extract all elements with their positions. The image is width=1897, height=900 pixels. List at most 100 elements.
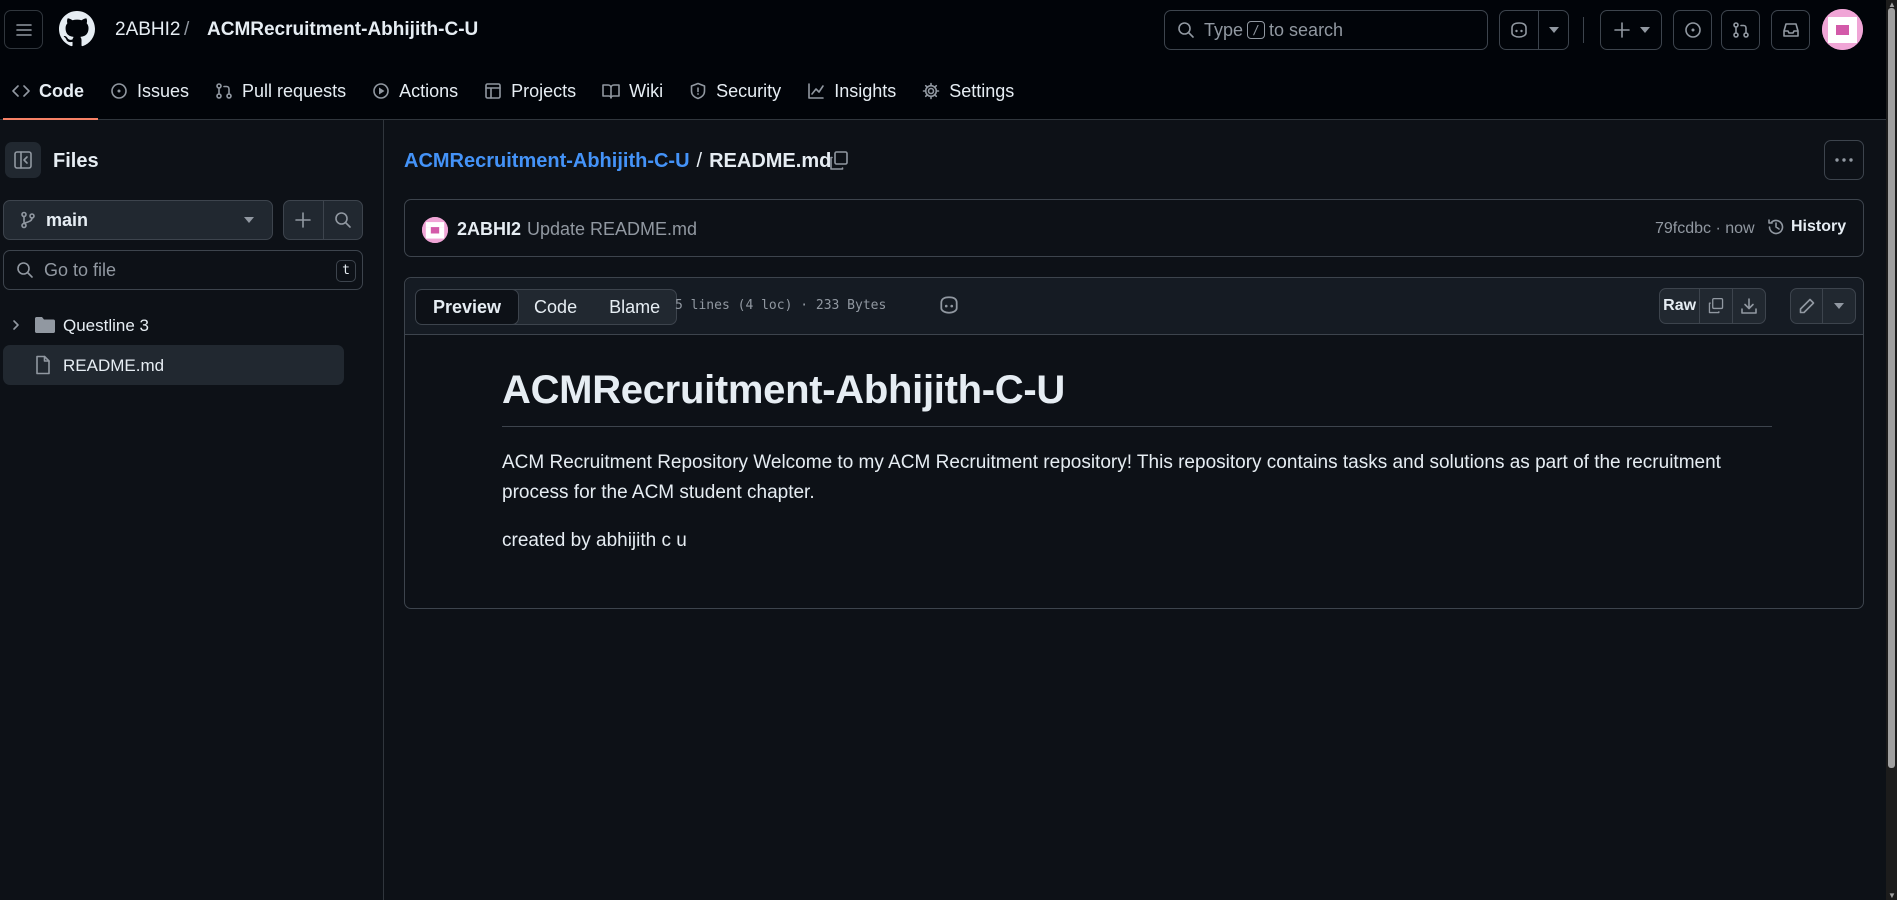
go-to-file-input[interactable]: Go to file t — [3, 250, 363, 290]
tab-label: Insights — [834, 80, 897, 101]
search-icon — [17, 262, 33, 278]
path-repo-link[interactable]: ACMRecruitment-Abhijith-C-U — [404, 150, 690, 173]
copilot-button[interactable] — [1500, 11, 1538, 49]
commit-sha-time[interactable]: 79fcdbc · now — [1655, 220, 1755, 238]
menu-button[interactable] — [4, 10, 43, 49]
hamburger-icon — [15, 23, 32, 36]
readme-paragraph: created by abhijith c u — [502, 530, 687, 551]
tab-pull-requests[interactable]: Pull requests — [203, 70, 360, 112]
triangle-down-icon — [1548, 27, 1559, 33]
identicon-icon — [1822, 9, 1863, 50]
add-file-button[interactable] — [284, 201, 323, 239]
tab-label: Pull requests — [242, 80, 347, 101]
tree-item-folder[interactable]: Questline 3 — [3, 305, 344, 345]
branch-name: main — [46, 209, 89, 230]
readme-heading: ACMRecruitment-Abhijith-C-U — [502, 368, 1772, 427]
tab-blame[interactable]: Blame — [593, 290, 676, 324]
search-input[interactable]: Type / to search — [1164, 10, 1488, 50]
header-divider — [1583, 17, 1584, 43]
tab-code[interactable]: Code — [0, 70, 98, 120]
plus-icon — [295, 212, 312, 228]
more-options-button[interactable] — [1824, 140, 1864, 180]
repo-nav: Code Issues Pull requests Actions Projec… — [0, 70, 1028, 120]
tab-settings[interactable]: Settings — [910, 70, 1028, 112]
tree-item-file[interactable]: README.md — [3, 345, 344, 385]
search-icon — [334, 212, 351, 228]
folder-icon — [35, 317, 55, 333]
triangle-down-icon — [1639, 27, 1650, 33]
inbox-icon — [1782, 23, 1799, 37]
tab-insights[interactable]: Insights — [795, 70, 910, 112]
gear-icon — [922, 82, 940, 100]
tab-wiki[interactable]: Wiki — [590, 70, 677, 112]
pencil-icon — [1799, 298, 1814, 314]
branch-selector[interactable]: main — [3, 200, 273, 240]
identicon-icon — [422, 217, 448, 243]
readme-content: ACMRecruitment-Abhijith-C-U ACM Recruitm… — [502, 368, 1772, 556]
copilot-icon — [940, 296, 958, 314]
raw-button[interactable]: Raw — [1660, 289, 1701, 323]
user-avatar[interactable] — [1822, 9, 1863, 50]
download-icon — [1741, 298, 1757, 314]
commit-author[interactable]: 2ABHI2 — [457, 219, 521, 240]
latest-commit-bar: 2ABHI2 Update README.md 79fcdbc · now Hi… — [404, 199, 1864, 257]
sidebar-title: Files — [53, 150, 99, 172]
repo-link[interactable]: ACMRecruitment-Abhijith-C-U — [207, 19, 478, 41]
book-icon — [602, 84, 620, 99]
breadcrumb-separator: / — [184, 19, 190, 40]
file-viewer: Preview Code Blame 5 lines (4 loc) · 233… — [404, 277, 1864, 609]
tab-actions[interactable]: Actions — [360, 70, 472, 112]
copy-path-button[interactable] — [828, 150, 850, 172]
file-path-breadcrumb: ACMRecruitment-Abhijith-C-U / README.md — [404, 150, 831, 173]
go-to-file-placeholder: Go to file — [44, 259, 117, 280]
search-icon — [1178, 22, 1194, 38]
history-button[interactable]: History — [1767, 218, 1846, 236]
file-header: Preview Code Blame 5 lines (4 loc) · 233… — [405, 278, 1863, 335]
search-suffix: to search — [1269, 19, 1344, 40]
path-separator: / — [696, 150, 703, 172]
path-file-name: README.md — [709, 150, 832, 172]
copilot-icon — [1510, 22, 1527, 38]
copilot-dropdown-button[interactable] — [1539, 11, 1569, 49]
download-button[interactable] — [1733, 289, 1765, 323]
readme-paragraph: ACM Recruitment Repository Welcome to my… — [502, 452, 1721, 503]
tab-issues[interactable]: Issues — [98, 70, 203, 112]
sidebar-actions — [283, 200, 363, 240]
tab-security[interactable]: Security — [677, 70, 795, 112]
kebab-horizontal-icon — [1835, 158, 1853, 162]
history-icon — [1768, 219, 1784, 235]
search-shortcut-key: / — [1247, 21, 1266, 39]
tab-code-view[interactable]: Code — [518, 290, 593, 324]
ask-copilot-button[interactable] — [938, 295, 960, 315]
tab-label: Actions — [399, 80, 459, 101]
file-icon — [36, 355, 50, 375]
commit-author-avatar[interactable] — [422, 217, 448, 243]
search-files-button[interactable] — [323, 201, 362, 239]
sidebar-collapse-icon — [14, 151, 32, 169]
tab-projects[interactable]: Projects — [472, 70, 590, 112]
edit-dropdown-button[interactable] — [1823, 289, 1855, 323]
commit-message[interactable]: Update README.md — [527, 219, 697, 240]
github-logo-icon[interactable] — [59, 11, 95, 47]
graph-icon — [808, 83, 824, 99]
create-new-button[interactable] — [1600, 10, 1662, 50]
triangle-down-icon — [244, 217, 254, 223]
pull-requests-button[interactable] — [1721, 10, 1760, 50]
inbox-button[interactable] — [1771, 10, 1810, 50]
play-icon — [373, 83, 389, 99]
copy-icon — [1708, 297, 1724, 314]
scroll-down-arrow-icon[interactable]: ▼ — [1888, 891, 1896, 900]
issues-button[interactable] — [1673, 10, 1712, 50]
page-scrollbar[interactable]: ▲ ▼ — [1886, 0, 1897, 900]
table-icon — [485, 83, 501, 99]
tree-item-label: README.md — [63, 356, 165, 375]
owner-link[interactable]: 2ABHI2 — [115, 19, 180, 41]
edit-file-button[interactable] — [1791, 289, 1824, 323]
tab-preview[interactable]: Preview — [416, 290, 520, 324]
tab-label: Wiki — [629, 80, 664, 101]
copy-raw-button[interactable] — [1700, 289, 1733, 323]
scrollbar-thumb[interactable] — [1888, 8, 1895, 768]
collapse-sidebar-button[interactable] — [5, 142, 41, 178]
tab-label: Issues — [137, 80, 190, 101]
chevron-right-icon[interactable] — [9, 318, 23, 332]
